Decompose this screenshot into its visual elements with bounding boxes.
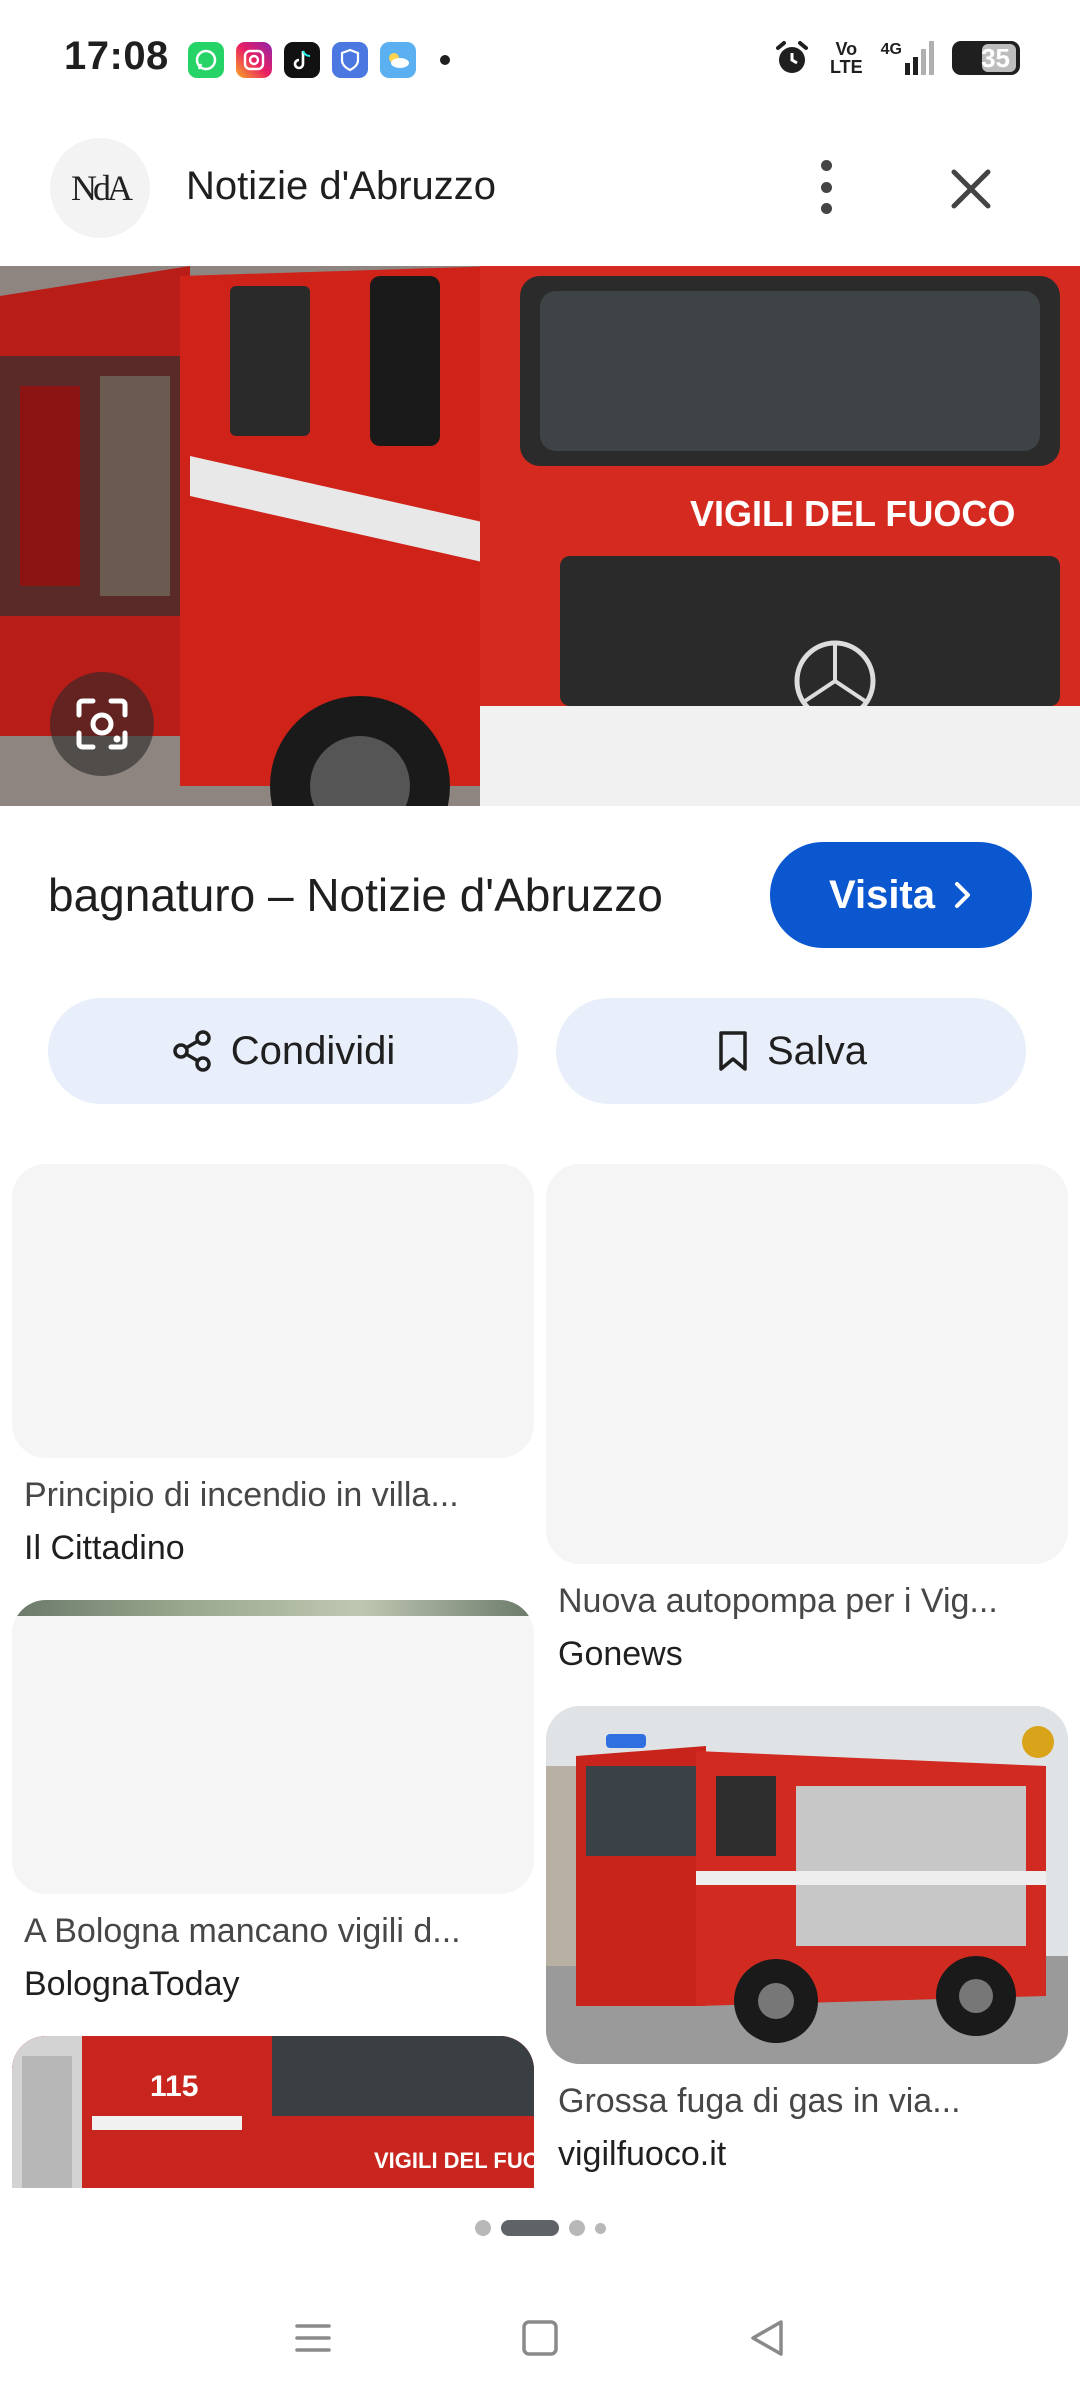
related-title: Principio di incendio in villa... [24, 1476, 459, 1514]
lens-icon [76, 698, 128, 750]
related-card[interactable]: A Bologna mancano vigili d... BolognaTod… [12, 1600, 534, 2004]
more-options-button[interactable] [806, 154, 846, 220]
pager-dot [474, 2220, 491, 2236]
related-card[interactable]: Nuova autopompa per i Vig... Gonews [546, 1164, 1068, 1674]
related-card[interactable]: Principio di incendio in villa... Il Cit… [12, 1164, 534, 1568]
bookmark-icon [719, 1031, 747, 1071]
related-title: A Bologna mancano vigili d... [24, 1912, 461, 1950]
recent-apps-button[interactable] [293, 2318, 333, 2363]
fire-truck-image [546, 1706, 1068, 2064]
viewer-header: NdA Notizie d'Abruzzo [0, 124, 1080, 266]
related-source: BolognaToday [24, 1965, 240, 2003]
tiktok-icon [284, 42, 320, 78]
close-button[interactable] [944, 162, 998, 216]
result-title-row: bagnaturo – Notizie d'Abruzzo Visita [0, 840, 1080, 950]
pager-dot-active [500, 2220, 559, 2236]
lens-search-button[interactable] [50, 672, 154, 776]
fire-truck-image: 115 VIGILI DEL FUOCO [12, 2036, 534, 2188]
notification-icons [188, 42, 450, 78]
menu-icon [295, 2323, 332, 2352]
visit-button[interactable]: Visita [770, 842, 1032, 948]
status-bar: 17:08 Vo LTE 4G 35 [0, 0, 1080, 124]
related-title: Nuova autopompa per i Vig... [558, 1582, 998, 1620]
back-triangle-icon [750, 2319, 783, 2356]
related-thumbnail[interactable] [546, 1706, 1068, 2064]
related-title: Grossa fuga di gas in via... [558, 2082, 961, 2120]
related-thumbnail[interactable] [12, 1164, 534, 1458]
hero-image[interactable]: VIGILI DEL FUOCO [0, 266, 1080, 806]
related-images-grid: Principio di incendio in villa... Il Cit… [0, 1160, 1080, 2188]
home-button[interactable] [520, 2318, 560, 2363]
fire-truck-image: VIGILI DEL FUOCO [0, 266, 1080, 806]
home-square-icon [522, 2319, 558, 2356]
svg-text:VIGILI DEL FUOCO: VIGILI DEL FUOCO [690, 493, 1015, 534]
share-icon [172, 1030, 211, 1072]
shield-app-icon [332, 42, 368, 78]
system-navigation-bar [0, 2280, 1080, 2400]
back-button[interactable] [747, 2318, 787, 2363]
system-icons: Vo LTE 4G 35 [772, 38, 1020, 78]
volte-indicator: Vo LTE [829, 39, 863, 77]
site-name[interactable]: Notizie d'Abruzzo [186, 164, 496, 209]
battery-icon: 35 [952, 41, 1020, 75]
close-icon [951, 169, 991, 209]
related-card[interactable]: Grossa fuga di gas in via... vigilfuoco.… [546, 1706, 1068, 2174]
whatsapp-icon [188, 42, 224, 78]
weather-icon [380, 42, 416, 78]
pager-dot [568, 2220, 585, 2236]
related-source: Il Cittadino [24, 1529, 185, 1567]
site-logo[interactable]: NdA [50, 138, 150, 238]
pager-dot [594, 2222, 606, 2234]
related-source: vigilfuoco.it [558, 2135, 727, 2173]
status-time: 17:08 [64, 34, 169, 78]
svg-text:VIGILI DEL FUOCO: VIGILI DEL FUOCO [374, 2148, 534, 2173]
save-button[interactable]: Salva [556, 998, 1026, 1104]
related-card[interactable]: 115 VIGILI DEL FUOCO [12, 2036, 534, 2188]
related-thumbnail[interactable]: 115 VIGILI DEL FUOCO [12, 2036, 534, 2188]
related-thumbnail[interactable] [12, 1600, 534, 1894]
related-source: Gonews [558, 1635, 683, 1673]
related-thumbnail[interactable] [546, 1164, 1068, 1564]
more-notifications-dot [440, 55, 450, 65]
share-button[interactable]: Condividi [48, 998, 518, 1104]
result-title: bagnaturo – Notizie d'Abruzzo [48, 869, 663, 921]
image-pager [0, 2216, 1080, 2240]
signal-icon: 4G [881, 41, 934, 75]
alarm-icon [775, 41, 808, 73]
instagram-icon [236, 42, 272, 78]
chevron-right-icon [955, 882, 970, 908]
svg-text:115: 115 [150, 2070, 198, 2103]
